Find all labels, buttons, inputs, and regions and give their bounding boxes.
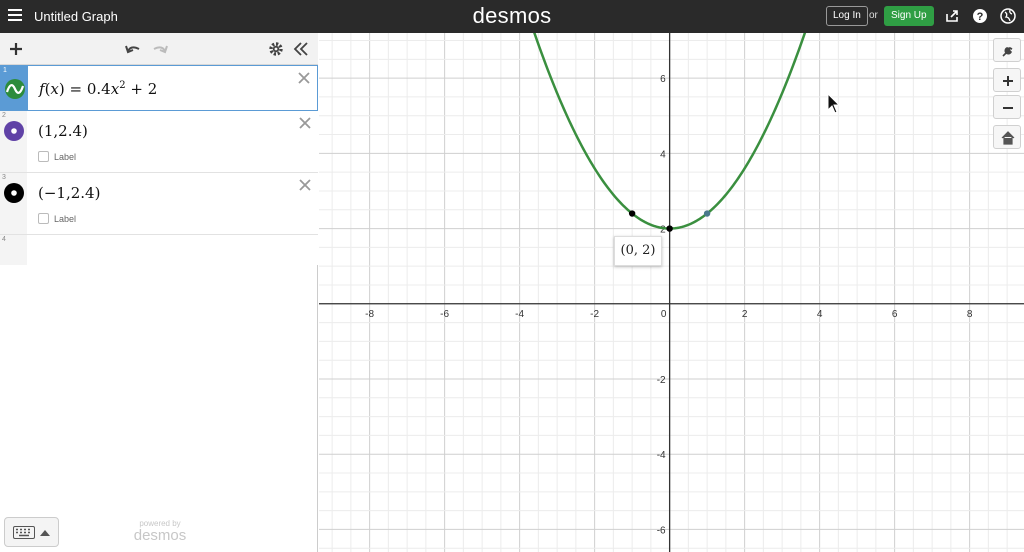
variable: x xyxy=(110,80,120,98)
function-name: f xyxy=(39,80,45,98)
powered-by-logo: desmos xyxy=(133,527,187,544)
point-style-icon[interactable] xyxy=(3,120,25,142)
constant-term: + 2 xyxy=(130,80,158,98)
graph-point xyxy=(703,210,711,217)
y-tick-label: -6 xyxy=(657,525,666,536)
y-tick-label: -2 xyxy=(657,375,666,386)
expression-formula[interactable]: f(x) = 0.4x2 + 2 xyxy=(39,80,157,98)
add-icon[interactable] xyxy=(7,40,25,58)
redo-icon[interactable] xyxy=(151,40,169,58)
expression-formula[interactable]: (1,2.4) xyxy=(38,122,88,140)
undo-icon[interactable] xyxy=(124,40,142,58)
y-tick-label: 4 xyxy=(660,149,666,160)
mouse-cursor-icon xyxy=(827,93,841,114)
origin-tick-label: 0 xyxy=(661,309,667,320)
x-tick-label: -2 xyxy=(590,309,599,320)
expression-list-panel: 1 f(x) = 0.4x2 + 2 2 (1,2.4) Label 3 (−1… xyxy=(0,33,318,552)
graph-title[interactable]: Untitled Graph xyxy=(34,9,118,24)
equals-sign: = xyxy=(69,80,83,98)
settings-gear-icon[interactable] xyxy=(267,40,285,58)
x-tick-label: 8 xyxy=(967,309,973,320)
label-checkbox[interactable] xyxy=(38,213,49,224)
graph-point xyxy=(628,210,636,217)
signup-button[interactable]: Sign Up xyxy=(884,6,934,26)
powered-by-desmos[interactable]: powered by desmos xyxy=(128,519,192,544)
x-tick-label: 6 xyxy=(892,309,898,320)
empty-expression-row[interactable]: 4 xyxy=(0,235,318,265)
zoom-in-icon xyxy=(1003,76,1013,86)
login-button[interactable]: Log In xyxy=(826,6,868,26)
home-icon xyxy=(1001,131,1015,145)
label-text: Label xyxy=(54,213,77,224)
close-icon[interactable] xyxy=(298,116,312,130)
exponent: 2 xyxy=(119,80,126,91)
graph-canvas[interactable]: -8 -6 -4 -2 2 4 6 8 0 -6 -4 -2 2 4 6 xyxy=(319,33,1024,552)
menu-icon[interactable] xyxy=(8,9,22,21)
keyboard-icon xyxy=(13,526,35,539)
expression-index: 4 xyxy=(2,236,6,243)
help-icon[interactable]: ? xyxy=(972,8,988,24)
x-tick-label: -6 xyxy=(440,309,449,320)
collapse-panel-icon[interactable] xyxy=(292,40,310,58)
expression-toolbar xyxy=(0,33,318,65)
x-tick-label: -4 xyxy=(515,309,524,320)
expression-index: 2 xyxy=(2,112,6,119)
function-curve xyxy=(533,33,807,230)
keyboard-toggle-button[interactable] xyxy=(4,517,59,547)
label-toggle[interactable]: Label xyxy=(38,151,76,162)
language-globe-icon[interactable] xyxy=(1000,8,1016,24)
label-text: Label xyxy=(54,151,77,162)
point-coordinate-tooltip: (0, 2) xyxy=(614,236,662,266)
function-variable: x xyxy=(50,80,59,98)
point-style-icon[interactable] xyxy=(3,182,25,204)
y-tick-label: 6 xyxy=(660,74,666,85)
caret-up-icon xyxy=(40,530,50,536)
expression-row[interactable]: 3 (−1,2.4) Label xyxy=(0,173,318,235)
home-button[interactable] xyxy=(993,125,1021,149)
x-tick-label: -8 xyxy=(365,309,374,320)
svg-text:?: ? xyxy=(977,11,984,23)
expression-index: 3 xyxy=(2,174,6,181)
label-toggle[interactable]: Label xyxy=(38,213,76,224)
expression-index: 1 xyxy=(3,67,7,74)
y-tick-label: 2 xyxy=(660,225,666,236)
close-icon[interactable] xyxy=(298,178,312,192)
zoom-out-icon xyxy=(1003,107,1013,109)
x-tick-label: 2 xyxy=(742,309,748,320)
graph-point xyxy=(666,225,673,232)
expression-row[interactable]: 1 f(x) = 0.4x2 + 2 xyxy=(0,65,318,111)
share-icon[interactable] xyxy=(944,8,960,24)
graph-settings-button[interactable] xyxy=(993,38,1021,62)
expression-formula[interactable]: (−1,2.4) xyxy=(38,184,100,202)
x-tick-label: 4 xyxy=(817,309,823,320)
y-tick-label: -4 xyxy=(657,450,666,461)
zoom-in-button[interactable] xyxy=(993,68,1021,92)
graph-paper[interactable]: -8 -6 -4 -2 2 4 6 8 0 -6 -4 -2 2 4 6 (0, 2) xyxy=(319,33,1024,552)
function-graph-icon[interactable] xyxy=(4,78,26,100)
top-bar: Untitled Graph desmos Log In or Sign Up … xyxy=(0,0,1024,33)
coefficient: 0.4 xyxy=(86,80,111,98)
label-checkbox[interactable] xyxy=(38,151,49,162)
zoom-out-button[interactable] xyxy=(993,95,1021,119)
wrench-icon xyxy=(1002,46,1013,57)
expression-row[interactable]: 2 (1,2.4) Label xyxy=(0,111,318,173)
or-text: or xyxy=(869,10,878,21)
close-icon[interactable] xyxy=(297,71,311,85)
